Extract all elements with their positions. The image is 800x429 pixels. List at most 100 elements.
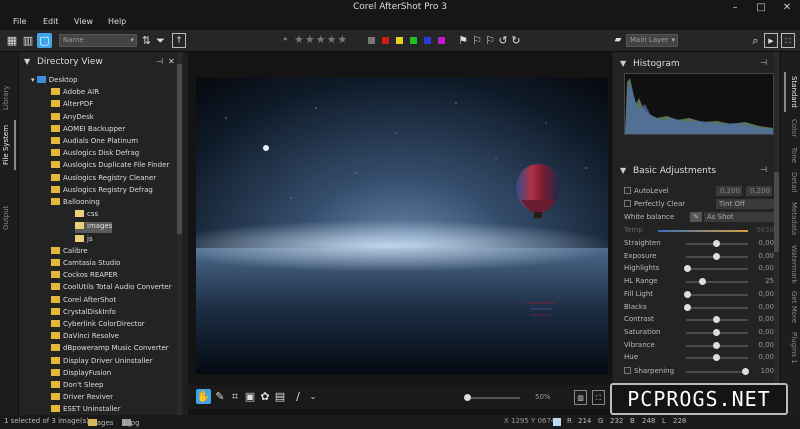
region-icon[interactable]: ▣	[244, 389, 256, 404]
folder-item[interactable]: dBpoweramp Music Converter	[51, 344, 169, 355]
grid-view-icon[interactable]: ▦	[5, 33, 19, 48]
slideshow-icon[interactable]: ▶	[764, 33, 778, 48]
collapse-arrow-icon[interactable]: ▼	[620, 166, 626, 175]
fullscreen-icon[interactable]: ⛶	[781, 33, 795, 48]
tab-detail[interactable]: Detail	[784, 168, 798, 196]
adjustment-knob[interactable]	[684, 290, 691, 298]
reject-flag-icon[interactable]: ⚐	[471, 33, 483, 48]
eyedropper-icon[interactable]: ✎	[690, 212, 702, 222]
adjustment-knob[interactable]	[684, 303, 691, 311]
chevron-down-icon[interactable]: ⌄	[308, 389, 318, 404]
folder-item[interactable]: images	[75, 222, 113, 234]
autolevel-checkbox[interactable]	[624, 187, 631, 194]
export-icon[interactable]: ↑	[172, 33, 186, 48]
split-view-icon[interactable]: ▥	[21, 33, 35, 48]
scroll-thumb[interactable]	[774, 172, 779, 252]
folder-item[interactable]: Audials One Platinum	[51, 137, 138, 148]
temp-slider[interactable]	[658, 230, 748, 232]
collapse-arrow-icon[interactable]: ▼	[24, 57, 30, 66]
image-viewer[interactable]	[188, 52, 612, 415]
tab-output[interactable]: Output	[2, 200, 16, 236]
maximize-button[interactable]: □	[748, 0, 774, 16]
pin-icon[interactable]: ⊣	[760, 165, 767, 174]
folder-item[interactable]: AOMEI Backupper	[51, 124, 125, 136]
folder-item[interactable]: CrystalDiskInfo	[51, 307, 116, 319]
color-label-yellow[interactable]	[396, 37, 403, 44]
autolevel-value-2[interactable]: 0,200	[746, 186, 772, 196]
sort-order-icon[interactable]: ⇅	[140, 33, 153, 48]
autolevel-value-1[interactable]: 0,200	[716, 186, 742, 196]
folder-item[interactable]: Ballooning	[51, 198, 100, 209]
tab-color[interactable]: Color	[784, 116, 798, 140]
rating-stars[interactable]: • ★★★★★	[282, 33, 348, 46]
folder-item[interactable]: Cockos REAPER	[51, 271, 118, 282]
folder-item[interactable]: css	[75, 210, 98, 221]
folder-item[interactable]: Calibre	[51, 246, 88, 258]
folder-item[interactable]: Auslogics Registry Cleaner	[51, 173, 156, 185]
color-label-green[interactable]	[410, 37, 417, 44]
folder-item[interactable]: DaVinci Resolve	[51, 332, 119, 343]
menu-view[interactable]: View	[74, 17, 93, 26]
folder-item[interactable]: Driver Reviver	[51, 393, 113, 404]
folder-item[interactable]: Auslogics Duplicate File Finder	[51, 161, 169, 172]
adjustment-slider[interactable]	[686, 281, 748, 284]
layer-dropdown[interactable]: Main Layer ▾	[626, 34, 678, 47]
adjustment-slider[interactable]	[686, 306, 748, 309]
zoom-slider-knob[interactable]	[464, 394, 471, 401]
collapse-arrow-icon[interactable]: ▼	[620, 59, 626, 68]
rotate-right-icon[interactable]: ↻	[510, 33, 522, 48]
folder-item[interactable]: Display Driver Uninstaller	[51, 356, 153, 368]
adjustment-slider[interactable]	[686, 293, 748, 296]
folder-item[interactable]: Camtasia Studio	[51, 259, 120, 270]
adjustment-slider[interactable]	[686, 268, 748, 271]
white-balance-dropdown[interactable]: As Shot	[704, 212, 774, 222]
gradient-icon[interactable]: ▤	[274, 389, 286, 404]
scroll-thumb[interactable]	[177, 64, 182, 234]
minimize-button[interactable]: –	[722, 0, 748, 16]
adjustment-knob[interactable]	[713, 252, 720, 260]
perfectly-clear-checkbox[interactable]	[624, 200, 631, 207]
compare-icon[interactable]: ▥	[574, 390, 587, 405]
tab-standard[interactable]: Standard	[784, 72, 798, 112]
adjustment-knob[interactable]	[698, 278, 706, 286]
color-label-blue[interactable]	[424, 37, 431, 44]
folder-item[interactable]: Don't Sleep	[51, 381, 103, 392]
adjustment-knob[interactable]	[713, 341, 720, 349]
menu-help[interactable]: Help	[108, 17, 126, 26]
close-panel-icon[interactable]: ✕	[168, 57, 175, 66]
tab-plugins[interactable]: Plugins 1	[784, 328, 798, 368]
directory-scrollbar[interactable]	[177, 52, 182, 415]
color-label-purple[interactable]	[438, 37, 445, 44]
folder-item[interactable]: AlterPDF	[51, 100, 93, 111]
tab-library[interactable]: Library	[2, 78, 16, 118]
brush-icon[interactable]: ∕	[292, 389, 304, 404]
folder-item[interactable]: Corel AfterShot	[51, 295, 116, 307]
folder-item[interactable]: CoolUtils Total Audio Converter	[51, 283, 172, 294]
folder-item[interactable]: js	[75, 234, 93, 246]
pin-icon[interactable]: ⊣	[760, 58, 767, 67]
search-icon[interactable]: ⌕	[749, 33, 762, 48]
tab-file-system[interactable]: File System	[2, 120, 16, 170]
folder-item-desktop[interactable]: ▾ Desktop	[31, 76, 78, 87]
tab-get-more[interactable]: Get More	[784, 288, 798, 326]
heal-icon[interactable]: ✿	[259, 389, 271, 404]
sharpening-knob[interactable]	[742, 368, 749, 375]
pin-icon[interactable]: ⊣	[156, 57, 163, 66]
adjustment-knob[interactable]	[713, 328, 720, 336]
tab-tone[interactable]: Tone	[784, 144, 798, 166]
single-view-icon[interactable]: ▢	[37, 33, 52, 48]
adjustment-knob[interactable]	[713, 316, 720, 324]
color-label-none[interactable]	[368, 37, 375, 44]
adjustment-knob[interactable]	[713, 240, 720, 247]
menu-file[interactable]: File	[13, 17, 26, 26]
sharpening-slider[interactable]	[686, 371, 748, 373]
folder-item[interactable]: Adobe AIR	[51, 88, 99, 99]
tab-metadata[interactable]: Metadata	[784, 198, 798, 240]
photo-balloon[interactable]	[196, 78, 608, 374]
close-button[interactable]: ✕	[774, 0, 800, 16]
fit-view-icon[interactable]: ⛶	[592, 390, 605, 405]
zoom-slider[interactable]	[465, 397, 520, 399]
unflag-icon[interactable]: ⚐	[484, 33, 496, 48]
perfectly-clear-dropdown[interactable]: Tint Off	[716, 199, 774, 209]
layers-icon[interactable]: ▰	[612, 33, 624, 48]
